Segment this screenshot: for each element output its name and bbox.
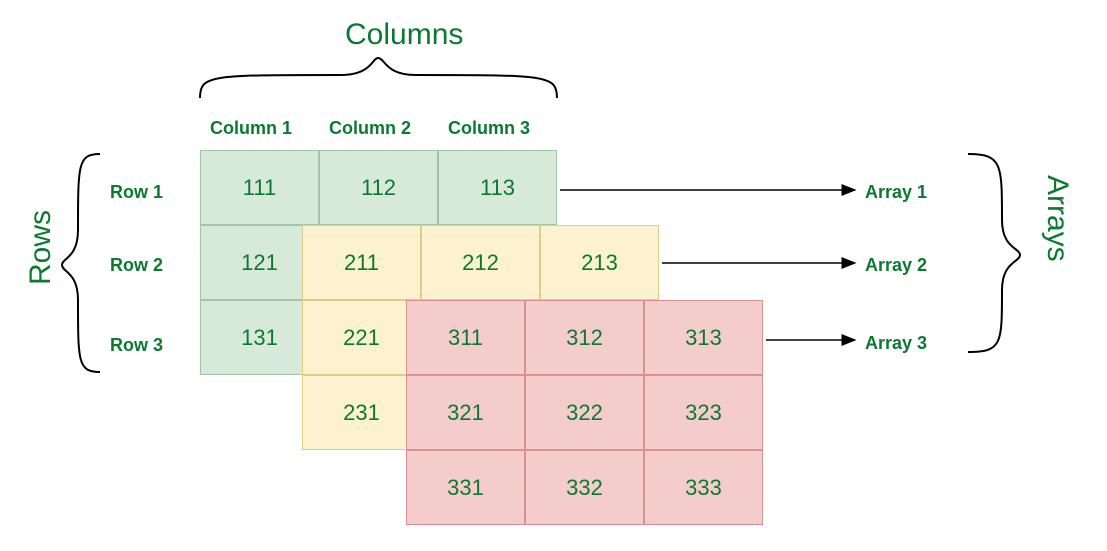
arrays-title: Arrays (1040, 175, 1074, 262)
cell-112: 112 (319, 150, 438, 225)
rows-title: Rows (24, 210, 58, 285)
columns-title: Columns (345, 18, 463, 52)
cell-211: 211 (302, 225, 421, 300)
cell-213: 213 (540, 225, 659, 300)
cell-221: 221 (302, 300, 421, 375)
cell-111: 111 (200, 150, 319, 225)
row-label-2: Row 2 (110, 255, 163, 276)
cell-313: 313 (644, 300, 763, 375)
cell-323: 323 (644, 375, 763, 450)
cell-321: 321 (406, 375, 525, 450)
column-label-2: Column 2 (329, 118, 411, 139)
cell-332: 332 (525, 450, 644, 525)
cell-212: 212 (421, 225, 540, 300)
cell-331: 331 (406, 450, 525, 525)
cell-312: 312 (525, 300, 644, 375)
columns-brace (200, 58, 557, 98)
array-label-3: Array 3 (865, 333, 927, 354)
rows-brace (62, 154, 100, 372)
array-label-2: Array 2 (865, 255, 927, 276)
column-label-1: Column 1 (210, 118, 292, 139)
row-label-1: Row 1 (110, 182, 163, 203)
arrays-brace (968, 154, 1020, 352)
cell-231: 231 (302, 375, 421, 450)
column-label-3: Column 3 (448, 118, 530, 139)
array-grid-3: 311 312 313 321 322 323 331 332 333 (406, 300, 763, 525)
cell-333: 333 (644, 450, 763, 525)
cell-311: 311 (406, 300, 525, 375)
cell-113: 113 (438, 150, 557, 225)
row-label-3: Row 3 (110, 335, 163, 356)
cell-322: 322 (525, 375, 644, 450)
array-label-1: Array 1 (865, 182, 927, 203)
